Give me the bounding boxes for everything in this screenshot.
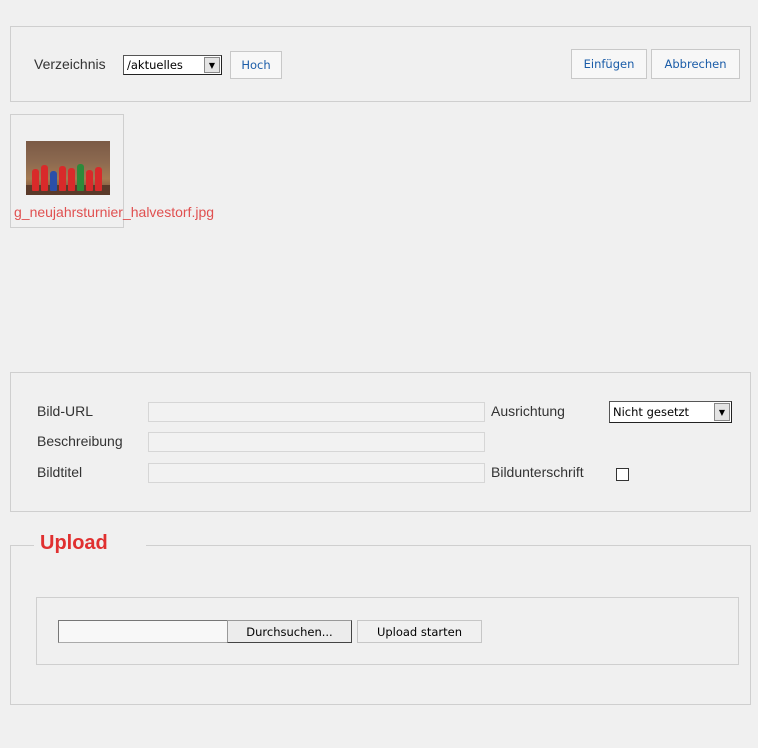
caption-checkbox[interactable] (616, 468, 629, 481)
description-label: Beschreibung (37, 433, 123, 449)
directory-select[interactable]: /aktuelles ▼ (123, 55, 222, 75)
title-field[interactable] (148, 463, 485, 483)
alignment-select-value: Nicht gesetzt (613, 405, 690, 419)
directory-label: Verzeichnis (34, 56, 106, 72)
chevron-down-icon[interactable]: ▼ (714, 403, 730, 421)
alignment-select[interactable]: Nicht gesetzt ▼ (609, 401, 732, 423)
fieldset-border (146, 545, 751, 546)
start-upload-button[interactable]: Upload starten (357, 620, 482, 643)
caption-label: Bildunterschrift (491, 464, 584, 480)
file-path-input[interactable] (58, 620, 228, 643)
cancel-button[interactable]: Abbrechen (651, 49, 740, 79)
fieldset-border (10, 545, 34, 546)
upload-legend: Upload (40, 532, 108, 554)
alignment-label: Ausrichtung (491, 403, 565, 419)
image-thumbnail[interactable] (26, 141, 110, 195)
url-field[interactable] (148, 402, 485, 422)
insert-button[interactable]: Einfügen (571, 49, 647, 79)
chevron-down-icon[interactable]: ▼ (204, 57, 220, 73)
browse-button[interactable]: Durchsuchen... (227, 620, 352, 643)
url-label: Bild-URL (37, 403, 94, 419)
title-label: Bildtitel (37, 464, 83, 480)
file-name-link[interactable]: g_neujahrsturnier_halvestorf.jpg (14, 204, 214, 220)
description-field[interactable] (148, 432, 485, 452)
directory-select-value: /aktuelles (127, 58, 183, 72)
up-button[interactable]: Hoch (230, 51, 282, 79)
